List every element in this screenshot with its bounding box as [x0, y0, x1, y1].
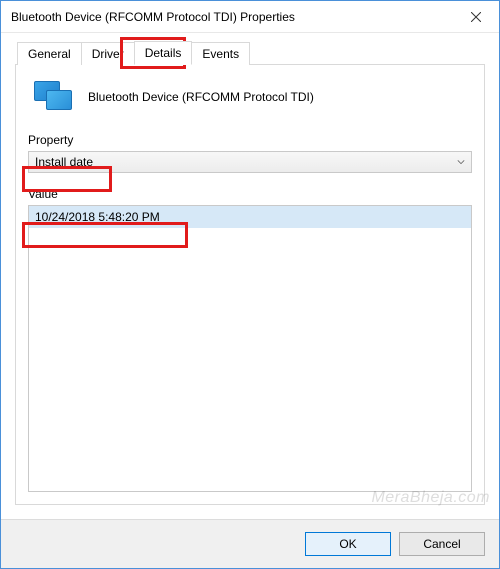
property-dropdown[interactable]: Install date: [28, 151, 472, 173]
dialog-body: General Driver Details Events Bluetooth …: [1, 33, 499, 519]
device-name: Bluetooth Device (RFCOMM Protocol TDI): [88, 90, 314, 104]
device-icon: [34, 81, 74, 113]
device-header: Bluetooth Device (RFCOMM Protocol TDI): [28, 81, 472, 113]
value-label: Value: [28, 187, 472, 201]
tab-driver[interactable]: Driver: [81, 42, 135, 65]
dialog-buttons: OK Cancel: [1, 519, 499, 568]
value-listbox[interactable]: 10/24/2018 5:48:20 PM: [28, 205, 472, 492]
properties-window: Bluetooth Device (RFCOMM Protocol TDI) P…: [0, 0, 500, 569]
tab-strip: General Driver Details Events: [17, 41, 485, 65]
window-title: Bluetooth Device (RFCOMM Protocol TDI) P…: [11, 10, 295, 24]
chevron-down-icon: [457, 158, 465, 166]
tab-general[interactable]: General: [17, 42, 82, 65]
close-icon: [471, 12, 481, 22]
tab-events[interactable]: Events: [191, 42, 250, 65]
property-label: Property: [28, 133, 472, 147]
cancel-button[interactable]: Cancel: [399, 532, 485, 556]
property-selected: Install date: [35, 155, 93, 169]
tab-details[interactable]: Details: [134, 41, 193, 65]
value-item[interactable]: 10/24/2018 5:48:20 PM: [29, 206, 471, 228]
close-button[interactable]: [453, 1, 499, 33]
titlebar: Bluetooth Device (RFCOMM Protocol TDI) P…: [1, 1, 499, 33]
details-panel: Bluetooth Device (RFCOMM Protocol TDI) P…: [15, 64, 485, 505]
ok-button[interactable]: OK: [305, 532, 391, 556]
